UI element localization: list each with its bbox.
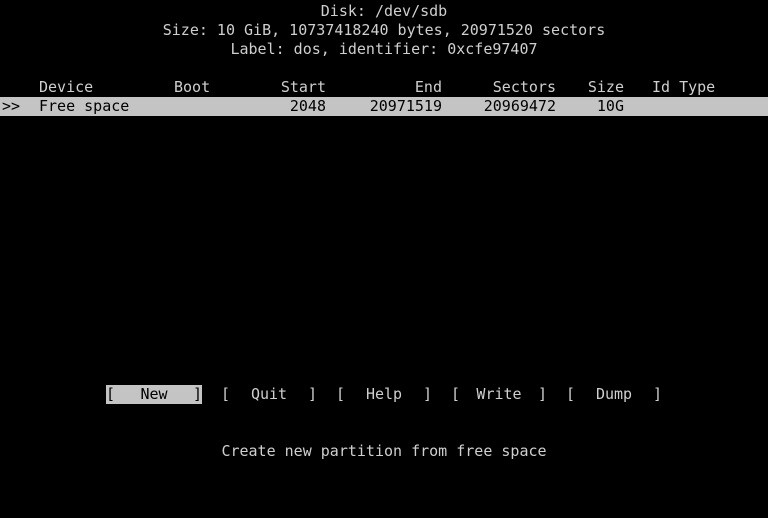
- row-sectors: 20969472: [483, 97, 556, 115]
- new-button-open-bracket: [: [106, 385, 116, 403]
- row-device: Free space: [39, 97, 130, 115]
- dump-button-label: Dump: [595, 385, 633, 403]
- help-button-open-bracket: [: [336, 385, 346, 403]
- column-id-type: Id Type: [652, 78, 716, 96]
- column-start: Start: [280, 78, 326, 96]
- quit-button-open-bracket: [: [221, 385, 231, 403]
- column-size: Size: [587, 78, 624, 96]
- help-button[interactable]: [ Help ]: [336, 385, 432, 404]
- help-button-label: Help: [365, 385, 403, 403]
- new-button-label: New: [140, 385, 168, 403]
- quit-button-close-bracket: ]: [307, 385, 317, 403]
- column-device: Device: [39, 78, 94, 96]
- action-menu: [ New ] [ Quit ] [ Help ] [ Write ] [ Du…: [0, 385, 768, 404]
- row-size: 10G: [596, 97, 624, 115]
- column-boot: Boot: [174, 78, 211, 96]
- disk-size-info: Size: 10 GiB, 10737418240 bytes, 2097152…: [162, 21, 606, 39]
- dump-button[interactable]: [ Dump ]: [566, 385, 662, 404]
- write-button[interactable]: [ Write ]: [451, 385, 547, 404]
- column-end: End: [414, 78, 442, 96]
- write-button-open-bracket: [: [451, 385, 461, 403]
- partition-row-free-space[interactable]: >> Free space 2048 20971519 20969472 10G: [0, 97, 768, 116]
- column-sectors: Sectors: [492, 78, 556, 96]
- disk-label-info: Label: dos, identifier: 0xcfe97407: [230, 40, 538, 58]
- partition-table-header: Device Boot Start End Sectors Size Id Ty…: [0, 78, 768, 97]
- row-end: 20971519: [369, 97, 442, 115]
- write-button-label: Write: [476, 385, 522, 403]
- new-button[interactable]: [ New ]: [106, 385, 202, 404]
- hint-text: Create new partition from free space: [221, 442, 547, 460]
- terminal-window: Disk: /dev/sdb Size: 10 GiB, 10737418240…: [0, 0, 768, 462]
- row-cursor: >>: [2, 97, 21, 115]
- write-button-close-bracket: ]: [537, 385, 547, 403]
- help-button-close-bracket: ]: [422, 385, 432, 403]
- disk-title: Disk: /dev/sdb: [320, 2, 448, 20]
- quit-button-label: Quit: [250, 385, 288, 403]
- row-start: 2048: [289, 97, 326, 115]
- new-button-close-bracket: ]: [192, 385, 202, 403]
- dump-button-open-bracket: [: [566, 385, 576, 403]
- dump-button-close-bracket: ]: [652, 385, 662, 403]
- quit-button[interactable]: [ Quit ]: [221, 385, 317, 404]
